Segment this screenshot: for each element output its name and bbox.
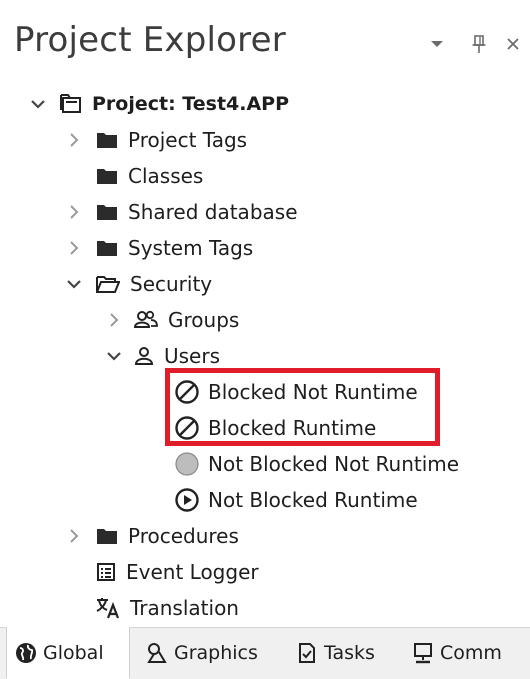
close-icon [507, 38, 519, 50]
chevron-right-icon[interactable] [104, 310, 124, 330]
tree-item-label: System Tags [128, 236, 254, 260]
tree-item-label: Not Blocked Not Runtime [208, 452, 460, 476]
tree-item-groups[interactable]: Groups [104, 302, 239, 338]
graphics-icon [147, 643, 167, 663]
folder-icon [96, 527, 118, 545]
play-circle-icon [174, 487, 200, 513]
chevron-down-icon[interactable] [104, 346, 124, 366]
chevron-down-icon[interactable] [28, 94, 48, 114]
folder-icon [96, 167, 118, 185]
chevron-right-icon[interactable] [64, 202, 84, 222]
panel-dropdown-button[interactable] [426, 32, 448, 56]
user-icon [134, 346, 154, 366]
tree-item-system-tags[interactable]: System Tags [64, 230, 253, 266]
tree-item-label: Groups [168, 308, 240, 332]
tree-item-not-blocked-not-runtime[interactable]: Not Blocked Not Runtime [174, 446, 459, 482]
tab-bar: Global Graphics Tasks Comm [0, 627, 530, 679]
tree-item-label: Project: Test4.APP [92, 93, 290, 115]
folder-icon [96, 239, 118, 257]
tab-comm[interactable]: Comm [412, 628, 522, 678]
project-explorer-panel: Project Explorer Project: Test4.APP Proj… [0, 0, 530, 679]
folder-icon [96, 131, 118, 149]
translate-icon [96, 597, 120, 619]
close-button[interactable] [502, 32, 524, 56]
tree-item-project-tags[interactable]: Project Tags [64, 122, 247, 158]
tab-label: Tasks [324, 642, 375, 664]
tree-item-label: Security [130, 272, 213, 296]
pin-button[interactable] [468, 32, 490, 56]
tab-label: Global [43, 641, 104, 664]
tab-label: Graphics [174, 642, 258, 664]
tree-item-classes[interactable]: Classes [64, 158, 203, 194]
tree-item-label: Classes [128, 164, 204, 188]
monitor-icon [414, 643, 432, 664]
tab-graphics[interactable]: Graphics [146, 628, 276, 678]
tab-global[interactable]: Global [6, 627, 130, 679]
tree-item-label: Shared database [128, 200, 298, 224]
tree-item-translation[interactable]: Translation [64, 590, 239, 626]
tree-item-label: Procedures [128, 524, 239, 548]
panel-header: Project Explorer [0, 0, 530, 84]
tree-item-not-blocked-runtime[interactable]: Not Blocked Runtime [174, 482, 418, 518]
tab-tasks[interactable]: Tasks [296, 628, 396, 678]
tree-item-label: Not Blocked Runtime [208, 488, 418, 512]
group-icon [134, 310, 158, 330]
tree-item-shared-database[interactable]: Shared database [64, 194, 298, 230]
tree-item-label: Event Logger [126, 560, 259, 584]
chevron-down-icon[interactable] [64, 274, 84, 294]
tree-item-security[interactable]: Security [64, 266, 212, 302]
tree-item-event-logger[interactable]: Event Logger [64, 554, 259, 590]
tasks-icon [299, 643, 315, 663]
folder-open-icon [96, 275, 120, 293]
panel-title: Project Explorer [14, 20, 286, 60]
circle-icon [174, 451, 200, 477]
tab-label: Comm [440, 642, 502, 664]
globe-icon [16, 642, 36, 663]
tree-item-label: Users [164, 344, 221, 368]
folder-icon [96, 203, 118, 221]
tree-item-label: Project Tags [128, 128, 248, 152]
chevron-right-icon[interactable] [64, 238, 84, 258]
chevron-down-icon [431, 41, 443, 47]
tree-item-label: Translation [130, 596, 239, 620]
tree-item-project[interactable]: Project: Test4.APP [28, 86, 289, 122]
tree-item-procedures[interactable]: Procedures [64, 518, 239, 554]
chevron-right-icon[interactable] [64, 526, 84, 546]
pin-icon [472, 35, 486, 53]
event-logger-icon [96, 562, 116, 582]
highlight-box [165, 368, 440, 446]
project-icon [60, 94, 82, 114]
chevron-right-icon[interactable] [64, 130, 84, 150]
